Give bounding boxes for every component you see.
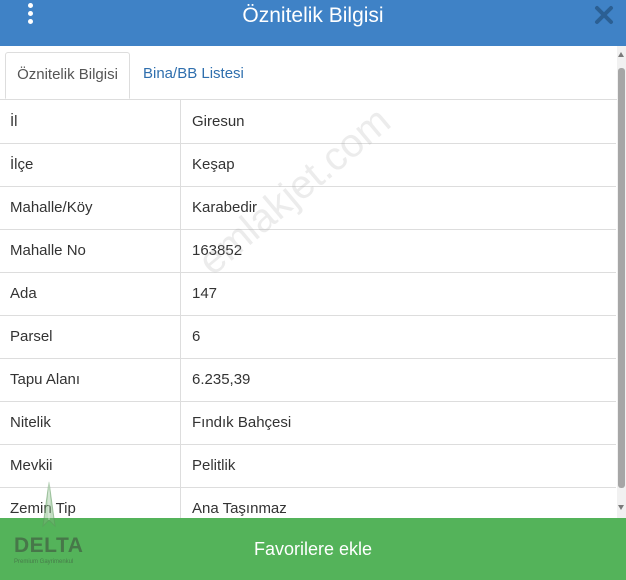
attribute-value: 163852 [192,242,243,259]
table-row: İlçe Keşap [0,143,616,187]
attribute-value: Ana Taşınmaz [192,500,287,517]
add-to-favorites-button[interactable]: Favorilere ekle [0,518,626,580]
column-divider [180,358,181,401]
table-row: Nitelik Fındık Bahçesi [0,401,616,445]
column-divider [180,401,181,444]
attribute-value: Pelitlik [192,457,236,474]
attribute-key: Tapu Alanı [10,371,81,388]
column-divider [180,444,181,487]
attribute-value: Giresun [192,113,245,130]
dialog-header: Öznitelik Bilgisi [0,0,626,46]
attribute-key: Zemin Tip [10,500,76,517]
attribute-key: Mevkii [10,457,53,474]
close-icon[interactable] [592,3,616,27]
column-divider [180,186,181,229]
attribute-key: İl [10,113,18,130]
attribute-value: Fındık Bahçesi [192,414,292,431]
tab-attribute-info[interactable]: Öznitelik Bilgisi [5,52,130,99]
column-divider [180,229,181,272]
column-divider [180,143,181,186]
table-row: Zemin Tip Ana Taşınmaz [0,487,616,518]
attribute-key: Parsel [10,328,53,345]
dialog-title: Öznitelik Bilgisi [242,4,384,27]
scrollbar-thumb[interactable] [618,68,625,488]
attribute-value: Keşap [192,156,235,173]
attribute-key: Mahalle No [10,242,86,259]
scroll-down-arrow-icon[interactable] [618,505,624,510]
column-divider [180,315,181,358]
attribute-key: Ada [10,285,37,302]
attribute-value: 6.235,39 [192,371,251,388]
dialog-content: Öznitelik Bilgisi Bina/BB Listesi İl Gire… [0,46,617,518]
attribute-value: 6 [192,328,201,345]
table-row: Tapu Alanı 6.235,39 [0,358,616,402]
table-row: Mahalle No 163852 [0,229,616,273]
column-divider [180,487,181,518]
table-row: Parsel 6 [0,315,616,359]
scrollbar[interactable] [617,46,626,518]
column-divider [180,100,181,143]
tab-building-list[interactable]: Bina/BB Listesi [134,52,253,99]
attribute-key: İlçe [10,156,34,173]
table-row: Ada 147 [0,272,616,316]
table-row: İl Giresun [0,100,616,144]
table-row: Mevkii Pelitlik [0,444,616,488]
scroll-up-arrow-icon[interactable] [618,52,624,57]
column-divider [180,272,181,315]
attribute-value: 147 [192,285,218,302]
table-row: Mahalle/Köy Karabedir [0,186,616,230]
attribute-key: Mahalle/Köy [10,199,93,216]
attribute-value: Karabedir [192,199,258,216]
tab-bar: Öznitelik Bilgisi Bina/BB Listesi [0,46,617,100]
attribute-key: Nitelik [10,414,51,431]
